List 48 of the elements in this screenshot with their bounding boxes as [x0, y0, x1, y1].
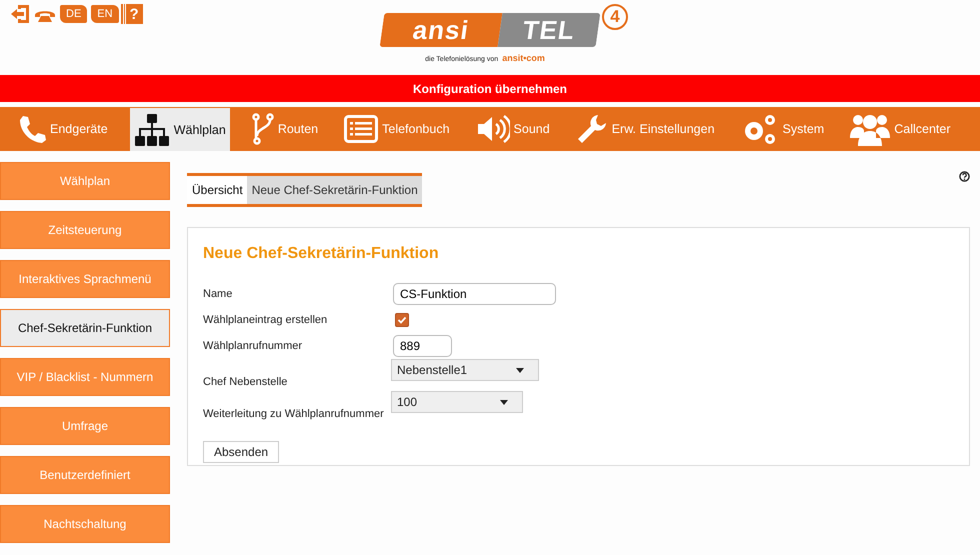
sidebar-item[interactable]: Zeitsteuerung [0, 211, 170, 249]
nav-tab[interactable]: Callcenter [846, 107, 955, 151]
nav-tab[interactable]: Sound [472, 107, 554, 151]
nav-tab[interactable]: Wählplan [130, 108, 230, 151]
sidebar-item[interactable]: Interaktives Sprachmenü [0, 260, 170, 298]
field-label: Chef Nebenstelle [203, 376, 288, 390]
sitemap-icon [134, 112, 170, 146]
phone-icon [18, 114, 46, 144]
sidebar-item[interactable]: Nachtschaltung [0, 505, 170, 543]
logo-text: ansi [380, 13, 502, 47]
language-flag[interactable]: EN [91, 5, 119, 23]
fork-icon [252, 113, 274, 145]
nav-tab[interactable]: Routen [248, 107, 322, 151]
field-label: Wählplaneintrag erstellen [203, 314, 328, 326]
sidebar-item[interactable]: Wählplan [0, 162, 170, 200]
list-icon [344, 115, 378, 143]
caret-icon [516, 368, 524, 372]
help-icon[interactable] [959, 171, 970, 182]
language-flag[interactable]: DE [60, 5, 88, 23]
tab[interactable]: Neue Chef-Sekretärin-Funktion [246, 176, 422, 204]
sidebar-item[interactable]: Chef-Sekretärin-Funktion [0, 309, 170, 347]
people-icon [850, 112, 890, 146]
nav-tab[interactable]: Telefonbuch [340, 107, 454, 151]
caret-icon [500, 400, 508, 404]
help-button[interactable]: ? [122, 4, 143, 24]
nav-tab[interactable]: Endgeräte [14, 107, 112, 151]
input-field[interactable]: CS-Funktion [393, 283, 556, 305]
nav-tab[interactable]: System [736, 107, 828, 151]
speaker-icon [476, 114, 510, 144]
sidebar-item[interactable]: Umfrage [0, 407, 170, 445]
exit-icon[interactable] [10, 4, 30, 24]
field-label: Name [203, 288, 234, 300]
sidebar-item[interactable]: Benutzerdefiniert [0, 456, 170, 494]
wrench-icon [576, 113, 608, 145]
form-title: Neue Chef-Sekretärin-Funktion [203, 245, 440, 263]
brand-text: ansit•com [502, 53, 545, 63]
sidebar-item[interactable]: VIP / Blacklist - Nummern [0, 358, 170, 396]
checkbox[interactable] [395, 313, 409, 327]
apply-config-button[interactable]: Konfiguration übernehmen [0, 75, 980, 102]
field-label: Wählplanrufnummer [203, 340, 304, 352]
input-field[interactable]: 889 [393, 335, 452, 357]
logo-text: TEL [498, 13, 600, 47]
nav-tab[interactable]: Erw. Einstellungen [572, 107, 719, 151]
dropdown[interactable]: Nebenstelle1 [391, 359, 539, 381]
submit-button[interactable]: Absenden [203, 441, 280, 463]
version-badge: 4 [602, 4, 628, 30]
dropdown[interactable]: 100 [391, 391, 523, 413]
field-label: Weiterleitung zu Wählplanrufnummer [203, 408, 385, 422]
